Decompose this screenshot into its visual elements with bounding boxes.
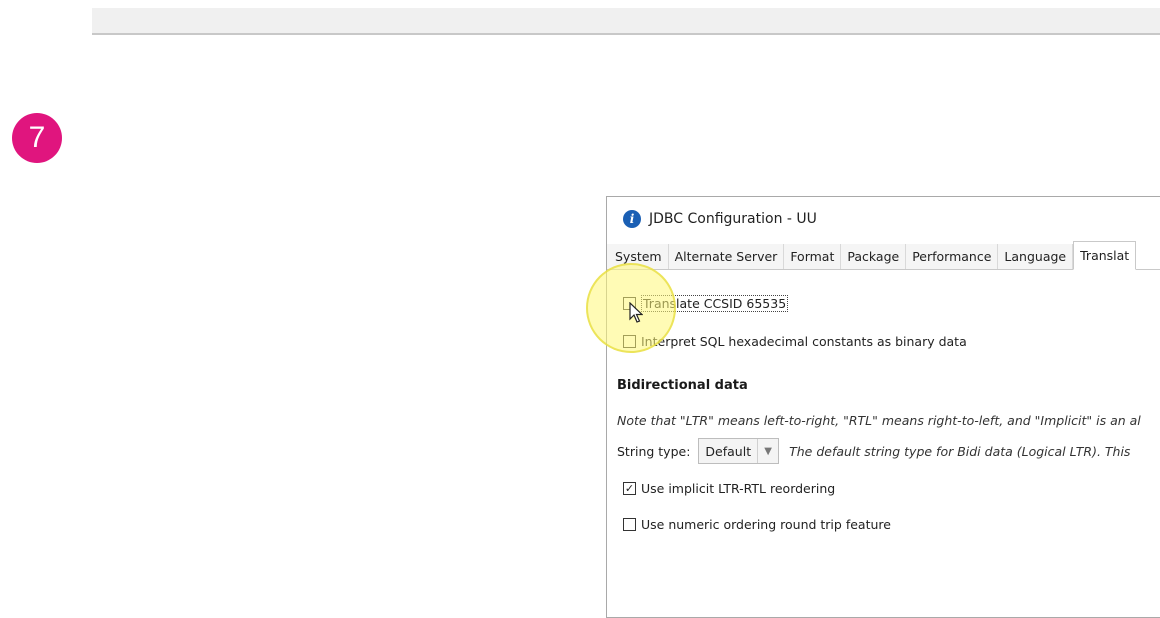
implicit-reordering-checkbox[interactable]: ✓ [623, 482, 636, 495]
tab-bar: System Alternate Server Format Package P… [607, 241, 1160, 270]
implicit-reordering-row[interactable]: ✓ Use implicit LTR-RTL reordering [623, 481, 835, 496]
tab-package[interactable]: Package [841, 244, 907, 269]
dialog-titlebar: i JDBC Configuration - UU [607, 197, 1160, 241]
numeric-round-trip-label: Use numeric ordering round trip feature [641, 517, 891, 532]
tab-translation[interactable]: Translat [1073, 241, 1137, 270]
string-type-label: String type: [617, 443, 691, 459]
numeric-round-trip-checkbox[interactable] [623, 518, 636, 531]
left-gutter [0, 0, 90, 607]
interpret-hex-label: Interpret SQL hexadecimal constants as b… [641, 334, 967, 349]
tab-performance[interactable]: Performance [906, 244, 999, 269]
chevron-down-icon: ▼ [757, 439, 778, 463]
tab-format[interactable]: Format [784, 244, 842, 269]
string-type-description: The default string type for Bidi data (L… [789, 443, 1131, 459]
implicit-reordering-label: Use implicit LTR-RTL reordering [641, 481, 836, 496]
string-type-select[interactable]: Default ▼ [698, 438, 780, 464]
tab-language[interactable]: Language [998, 244, 1074, 269]
interpret-hex-row[interactable]: Interpret SQL hexadecimal constants as b… [623, 334, 967, 349]
bidi-note: Note that "LTR" means left-to-right, "RT… [617, 413, 1141, 428]
string-type-row: String type: Default ▼ The default strin… [617, 438, 1130, 464]
bidi-section-heading: Bidirectional data [617, 378, 748, 393]
top-toolbar-strip [92, 8, 1160, 35]
step-number: 7 [28, 121, 46, 154]
string-type-value: Default [705, 443, 752, 459]
tab-alternate-server[interactable]: Alternate Server [668, 244, 785, 269]
step-badge: 7 [12, 113, 62, 163]
numeric-round-trip-row[interactable]: Use numeric ordering round trip feature [623, 517, 891, 532]
mouse-pointer-icon [629, 302, 643, 323]
info-i-icon: i [623, 210, 641, 228]
dialog-title: JDBC Configuration - UU [649, 211, 817, 227]
jdbc-configuration-dialog: i JDBC Configuration - UU System Alterna… [606, 196, 1160, 618]
